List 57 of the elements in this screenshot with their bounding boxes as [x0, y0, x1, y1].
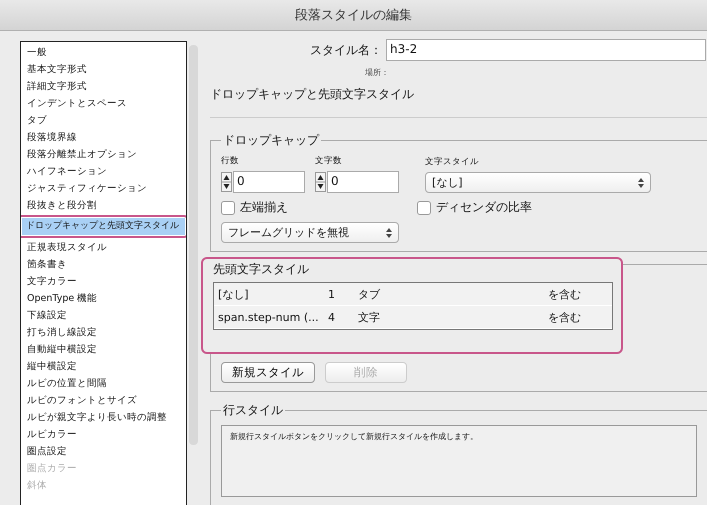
sidebar-item[interactable]: 自動縦中横設定: [21, 341, 186, 358]
chars-label: 文字数: [315, 155, 343, 167]
group-title: 先頭文字スタイル: [213, 261, 310, 278]
sidebar-item[interactable]: ルビカラー: [21, 426, 186, 443]
sidebar-item[interactable]: ルビのフォントとサイズ: [21, 392, 186, 409]
sidebar-item[interactable]: タブ: [21, 112, 186, 129]
sidebar-item[interactable]: ルビの位置と間隔: [21, 375, 186, 392]
sidebar-item[interactable]: 正規表現スタイル: [21, 239, 186, 256]
updown-arrows-icon: [386, 228, 392, 238]
stepper-icon[interactable]: [315, 172, 326, 192]
sidebar-item[interactable]: ドロップキャップと先頭文字スタイル: [22, 218, 186, 235]
chars-field[interactable]: 0: [327, 171, 399, 193]
table-cell-text: 4: [328, 310, 336, 324]
sidebar-item[interactable]: 段抜きと段分割: [21, 197, 186, 214]
sidebar-item[interactable]: 圏点設定: [21, 443, 186, 460]
char-style-dropdown[interactable]: [なし]: [425, 172, 651, 193]
style-name-label: スタイル名：: [310, 42, 382, 58]
lines-field[interactable]: 0: [233, 171, 305, 193]
empty-message: 新規行スタイルボタンをクリックして新規行スタイルを作成します。: [221, 425, 697, 497]
sidebar-item[interactable]: 段落境界線: [21, 129, 186, 146]
table-cell-text: を含む: [548, 310, 582, 324]
sidebar-item[interactable]: 文字カラー: [21, 273, 186, 290]
sidebar-item[interactable]: 一般: [21, 44, 186, 61]
sidebar-item[interactable]: 詳細文字形式: [21, 78, 186, 95]
sidebar-item[interactable]: ハイフネーション: [21, 163, 186, 180]
table-cell-text: タブ: [358, 286, 382, 302]
sidebar-item[interactable]: 段落分離禁止オプション: [21, 146, 186, 163]
char-style-label: 文字スタイル: [425, 156, 480, 168]
checkbox[interactable]: [221, 200, 235, 214]
section-title: ドロップキャップと先頭文字スタイル: [210, 86, 707, 118]
window-title: 段落スタイルの編集: [0, 0, 707, 31]
table-cell-text: を含む: [548, 286, 582, 302]
checkbox-label: 左端揃え: [240, 199, 288, 216]
sidebar-item[interactable]: OpenType 機能: [21, 290, 186, 307]
lines-label: 行数: [221, 155, 240, 167]
table-cell-text: [なし]: [218, 286, 250, 302]
sidebar-item[interactable]: 箇条書き: [21, 256, 186, 273]
sidebar-item[interactable]: ジャスティフィケーション: [21, 180, 186, 197]
table-cell-text: span.step-num (...: [218, 310, 320, 324]
sidebar-item[interactable]: 縦中横設定: [21, 358, 186, 375]
sidebar-item[interactable]: インデントとスペース: [21, 95, 186, 112]
sidebar-item[interactable]: 基本文字形式: [21, 61, 186, 78]
table-cell-text: 1: [328, 288, 336, 300]
sidebar-item[interactable]: 下線設定: [21, 307, 186, 324]
checkbox-label: ディセンダの比率: [436, 199, 532, 216]
sidebar-item[interactable]: 打ち消し線設定: [21, 324, 186, 341]
group-title: ドロップキャップ: [222, 132, 320, 149]
group-title: 行スタイル: [222, 402, 284, 419]
location-label: 場所：: [365, 67, 390, 78]
table-cell-text: 文字: [358, 310, 381, 324]
sidebar-item[interactable]: ルビが親文字より長い時の調整: [21, 409, 186, 426]
checkbox[interactable]: [417, 200, 431, 214]
stepper-icon[interactable]: [221, 172, 232, 192]
grid-dropdown[interactable]: フレームグリッドを無視: [221, 222, 399, 243]
style-name-field[interactable]: h3-2: [386, 39, 706, 61]
new-style-button[interactable]: 新規スタイル: [221, 362, 315, 383]
updown-arrows-icon: [638, 178, 644, 188]
